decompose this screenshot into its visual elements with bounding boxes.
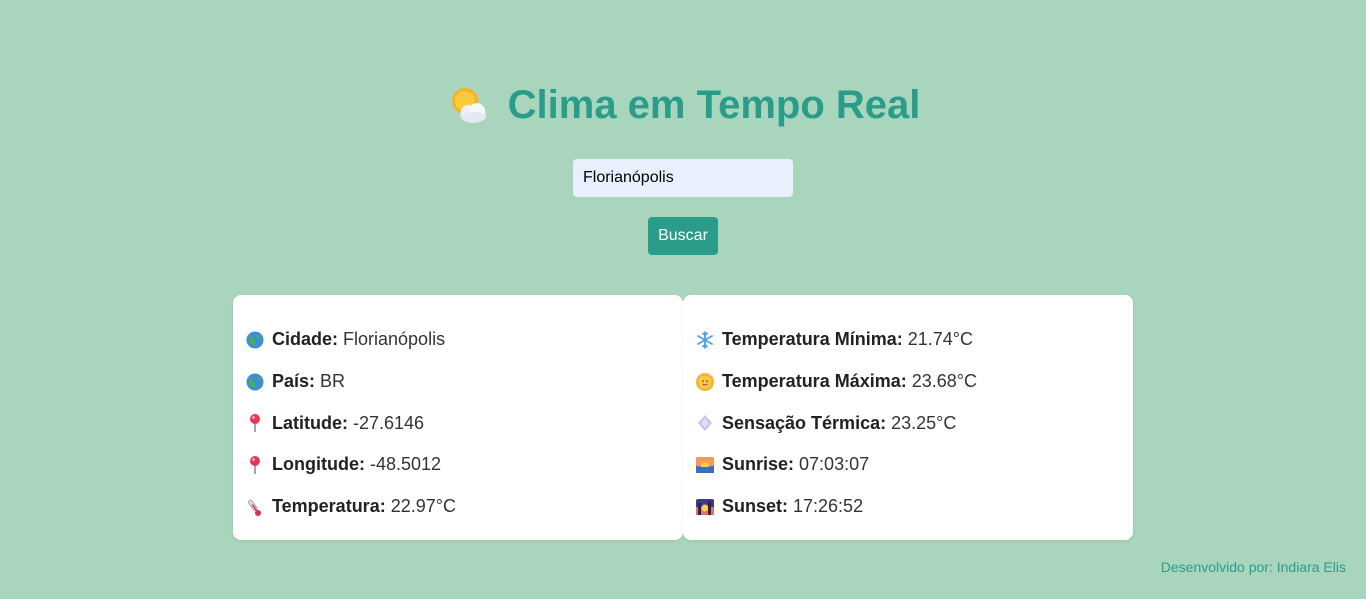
weather-info-card-right: Temperatura Mínima: 21.74°C Temperatura … (683, 295, 1133, 540)
city-row: Cidade: Florianópolis (245, 319, 671, 361)
city-value: Florianópolis (343, 329, 446, 350)
globe-icon (245, 330, 265, 350)
temperature-label: Temperatura: (272, 496, 386, 517)
country-row: País: BR (245, 361, 671, 403)
latitude-value: -27.6146 (353, 412, 425, 433)
feels-like-value: 23.25°C (891, 412, 957, 433)
sunrise-row: Sunrise: 07:03:07 (695, 444, 1121, 486)
globe-icon (245, 372, 265, 392)
city-search-input[interactable] (573, 159, 793, 197)
sun-behind-cloud-icon (446, 83, 490, 127)
sun-face-icon (695, 372, 715, 392)
temperature-value: 22.97°C (390, 496, 456, 517)
max-temperature-label: Temperatura Máxima: (722, 371, 907, 392)
max-temperature-row: Temperatura Máxima: 23.68°C (695, 361, 1121, 403)
sunrise-value: 07:03:07 (799, 454, 870, 475)
city-label: Cidade: (272, 329, 339, 350)
thermometer-icon (245, 497, 265, 517)
wind-icon (695, 413, 715, 433)
country-label: País: (272, 371, 316, 392)
sunset-icon (695, 497, 715, 517)
pushpin-icon (245, 455, 265, 475)
feels-like-label: Sensação Térmica: (722, 412, 887, 433)
longitude-label: Longitude: (272, 454, 365, 475)
sunset-value: 17:26:52 (793, 496, 864, 517)
country-value: BR (320, 371, 346, 392)
sunrise-label: Sunrise: (722, 454, 795, 475)
max-temperature-value: 23.68°C (911, 371, 977, 392)
search-button[interactable]: Buscar (648, 217, 718, 255)
page-title: Clima em Tempo Real (507, 83, 921, 127)
page-header: Clima em Tempo Real (0, 80, 1366, 130)
min-temperature-value: 21.74°C (907, 329, 973, 350)
sunset-row: Sunset: 17:26:52 (695, 486, 1121, 528)
longitude-value: -48.5012 (369, 454, 442, 475)
temperature-row: Temperatura: 22.97°C (245, 486, 671, 528)
longitude-row: Longitude: -48.5012 (245, 444, 671, 486)
latitude-label: Latitude: (272, 412, 348, 433)
snowflake-icon (695, 330, 715, 350)
sunset-label: Sunset: (722, 496, 789, 517)
min-temperature-label: Temperatura Mínima: (722, 329, 903, 350)
weather-info-card-left: Cidade: Florianópolis País: BR Latitude:… (233, 295, 683, 540)
footer-credit: Desenvolvido por: Indiara Elis (1160, 559, 1346, 575)
feels-like-row: Sensação Térmica: 23.25°C (695, 402, 1121, 444)
pushpin-icon (245, 413, 265, 433)
sunrise-icon (695, 455, 715, 475)
min-temperature-row: Temperatura Mínima: 21.74°C (695, 319, 1121, 361)
latitude-row: Latitude: -27.6146 (245, 402, 671, 444)
